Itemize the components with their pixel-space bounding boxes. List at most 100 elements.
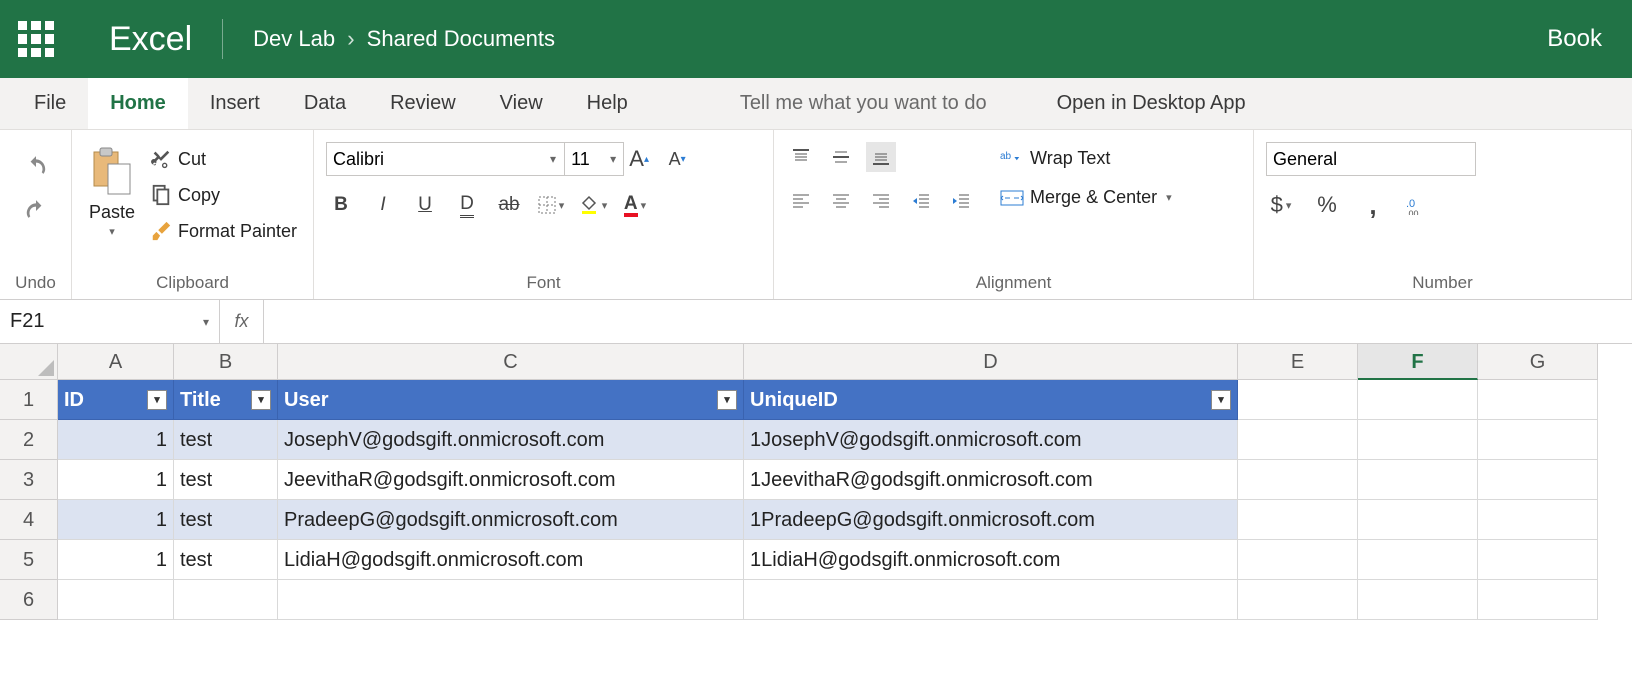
redo-icon[interactable] bbox=[23, 198, 49, 224]
column-header[interactable]: D bbox=[744, 344, 1238, 380]
percent-format-button[interactable]: % bbox=[1312, 190, 1342, 220]
italic-button[interactable]: I bbox=[368, 190, 398, 220]
row-header[interactable]: 2 bbox=[0, 420, 58, 460]
cell[interactable] bbox=[1478, 420, 1598, 460]
grow-font-button[interactable]: A▴ bbox=[624, 144, 654, 174]
comma-format-button[interactable]: , bbox=[1358, 190, 1388, 220]
cell[interactable]: 1LidiaH@godsgift.onmicrosoft.com bbox=[744, 540, 1238, 580]
document-name[interactable]: Book bbox=[1547, 25, 1602, 53]
tab-help[interactable]: Help bbox=[565, 78, 650, 129]
tab-file[interactable]: File bbox=[12, 78, 88, 129]
font-size-select[interactable] bbox=[564, 142, 624, 176]
tab-view[interactable]: View bbox=[478, 78, 565, 129]
increase-indent-button[interactable] bbox=[946, 186, 976, 216]
cell[interactable]: test bbox=[174, 420, 278, 460]
cell[interactable] bbox=[1478, 380, 1598, 420]
cell[interactable]: JeevithaR@godsgift.onmicrosoft.com bbox=[278, 460, 744, 500]
cell[interactable] bbox=[1478, 580, 1598, 620]
decrease-indent-button[interactable] bbox=[906, 186, 936, 216]
cell[interactable]: LidiaH@godsgift.onmicrosoft.com bbox=[278, 540, 744, 580]
table-header-cell[interactable]: UniqueID▾ bbox=[744, 380, 1238, 420]
select-all-corner[interactable] bbox=[0, 344, 58, 380]
cell[interactable]: 1 bbox=[58, 540, 174, 580]
tab-review[interactable]: Review bbox=[368, 78, 478, 129]
cell[interactable] bbox=[1238, 380, 1358, 420]
cell[interactable] bbox=[1238, 460, 1358, 500]
formula-input[interactable] bbox=[264, 300, 1632, 343]
increase-decimal-button[interactable]: .0.00 bbox=[1404, 190, 1434, 220]
column-header-selected[interactable]: F bbox=[1358, 344, 1478, 380]
cell[interactable] bbox=[744, 580, 1238, 620]
cell[interactable]: 1 bbox=[58, 420, 174, 460]
copy-button[interactable]: Copy bbox=[146, 182, 301, 208]
spreadsheet-grid[interactable]: A B C D E F G 1 ID▾ Title▾ User▾ UniqueI… bbox=[0, 344, 1632, 620]
cell[interactable]: 1JosephV@godsgift.onmicrosoft.com bbox=[744, 420, 1238, 460]
shrink-font-button[interactable]: A▾ bbox=[662, 144, 692, 174]
format-painter-button[interactable]: Format Painter bbox=[146, 218, 301, 244]
table-header-cell[interactable]: ID▾ bbox=[58, 380, 174, 420]
cell[interactable] bbox=[1358, 580, 1478, 620]
column-header[interactable]: G bbox=[1478, 344, 1598, 380]
cell[interactable]: 1PradeepG@godsgift.onmicrosoft.com bbox=[744, 500, 1238, 540]
align-top-button[interactable] bbox=[786, 142, 816, 172]
align-middle-button[interactable] bbox=[826, 142, 856, 172]
cell[interactable]: 1 bbox=[58, 500, 174, 540]
align-center-button[interactable] bbox=[826, 186, 856, 216]
undo-icon[interactable] bbox=[23, 154, 49, 180]
cell[interactable] bbox=[1358, 500, 1478, 540]
paste-button[interactable]: Paste ▾ bbox=[84, 142, 140, 240]
filter-dropdown-icon[interactable]: ▾ bbox=[147, 390, 167, 410]
filter-dropdown-icon[interactable]: ▾ bbox=[1211, 390, 1231, 410]
row-header[interactable]: 5 bbox=[0, 540, 58, 580]
app-launcher-icon[interactable] bbox=[18, 21, 54, 57]
cell[interactable]: 1 bbox=[58, 460, 174, 500]
column-header[interactable]: B bbox=[174, 344, 278, 380]
open-in-desktop-button[interactable]: Open in Desktop App bbox=[1057, 92, 1246, 115]
tab-data[interactable]: Data bbox=[282, 78, 368, 129]
cell[interactable] bbox=[1238, 420, 1358, 460]
column-header[interactable]: C bbox=[278, 344, 744, 380]
cell[interactable] bbox=[174, 580, 278, 620]
filter-dropdown-icon[interactable]: ▾ bbox=[717, 390, 737, 410]
cell[interactable] bbox=[1478, 540, 1598, 580]
cell[interactable] bbox=[1478, 460, 1598, 500]
strikethrough-button[interactable]: ab bbox=[494, 190, 524, 220]
align-left-button[interactable] bbox=[786, 186, 816, 216]
breadcrumb[interactable]: Dev Lab › Shared Documents bbox=[253, 26, 555, 52]
underline-button[interactable]: U bbox=[410, 190, 440, 220]
cell[interactable] bbox=[1358, 380, 1478, 420]
cell[interactable] bbox=[278, 580, 744, 620]
wrap-text-button[interactable]: ab Wrap Text bbox=[996, 146, 1176, 171]
accounting-format-button[interactable]: $ bbox=[1266, 190, 1296, 220]
row-header[interactable]: 1 bbox=[0, 380, 58, 420]
borders-button[interactable] bbox=[536, 190, 566, 220]
cut-button[interactable]: Cut bbox=[146, 146, 301, 172]
tab-home[interactable]: Home bbox=[88, 78, 188, 129]
merge-center-button[interactable]: Merge & Center bbox=[996, 185, 1176, 210]
tab-insert[interactable]: Insert bbox=[188, 78, 282, 129]
breadcrumb-item[interactable]: Dev Lab bbox=[253, 26, 335, 51]
breadcrumb-item[interactable]: Shared Documents bbox=[367, 26, 555, 51]
cell[interactable] bbox=[1238, 580, 1358, 620]
cell[interactable]: test bbox=[174, 540, 278, 580]
cell[interactable] bbox=[1358, 460, 1478, 500]
fill-color-button[interactable] bbox=[578, 190, 608, 220]
fx-icon[interactable]: fx bbox=[220, 300, 264, 343]
table-header-cell[interactable]: User▾ bbox=[278, 380, 744, 420]
row-header[interactable]: 4 bbox=[0, 500, 58, 540]
double-underline-button[interactable]: D bbox=[452, 190, 482, 220]
font-color-button[interactable]: A bbox=[620, 190, 650, 220]
cell[interactable] bbox=[1238, 540, 1358, 580]
cell[interactable]: test bbox=[174, 460, 278, 500]
row-header[interactable]: 6 bbox=[0, 580, 58, 620]
font-name-select[interactable] bbox=[326, 142, 566, 176]
cell[interactable] bbox=[58, 580, 174, 620]
column-header[interactable]: E bbox=[1238, 344, 1358, 380]
cell[interactable]: 1JeevithaR@godsgift.onmicrosoft.com bbox=[744, 460, 1238, 500]
table-header-cell[interactable]: Title▾ bbox=[174, 380, 278, 420]
cell[interactable] bbox=[1238, 500, 1358, 540]
cell[interactable]: PradeepG@godsgift.onmicrosoft.com bbox=[278, 500, 744, 540]
cell[interactable]: test bbox=[174, 500, 278, 540]
bold-button[interactable]: B bbox=[326, 190, 356, 220]
cell[interactable] bbox=[1358, 540, 1478, 580]
